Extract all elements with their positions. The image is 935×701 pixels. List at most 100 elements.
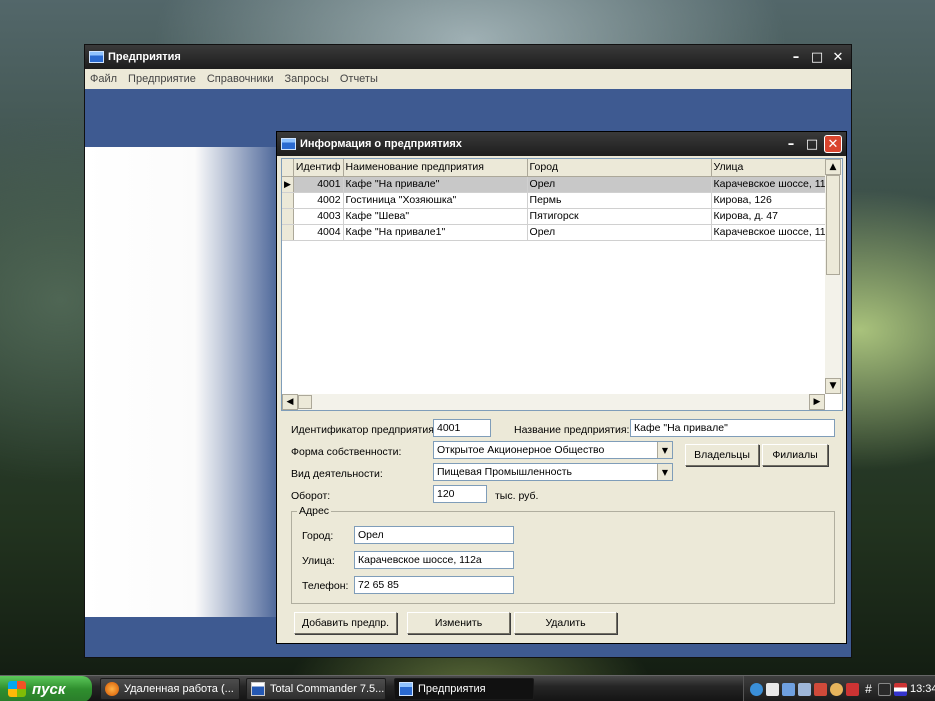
- cell-street[interactable]: Карачевское шоссе, 112а: [711, 176, 841, 193]
- cell-id[interactable]: 4001: [293, 176, 344, 193]
- cell-city[interactable]: Орел: [527, 176, 712, 193]
- minimize-icon[interactable]: –: [787, 48, 805, 66]
- scroll-left-icon[interactable]: ◀: [282, 394, 298, 410]
- window-app-icon: [399, 682, 413, 696]
- display-icon[interactable]: [798, 682, 811, 696]
- street-label: Улица:: [302, 555, 335, 567]
- shield-icon[interactable]: [814, 682, 827, 696]
- monitor-icon[interactable]: [782, 682, 795, 696]
- name-label: Название предприятия:: [514, 424, 630, 436]
- table-row[interactable]: 4002 Гостиница "Хозяюшка" Пермь Кирова, …: [282, 192, 841, 209]
- menu-queries[interactable]: Запросы: [284, 73, 328, 85]
- chevron-down-icon[interactable]: ▼: [657, 464, 672, 480]
- address-group-title: Адрес: [297, 505, 332, 517]
- ownership-select[interactable]: Открытое Акционерное Общество ▼: [433, 441, 673, 459]
- total-commander-icon: [251, 682, 265, 696]
- main-menubar: Файл Предприятие Справочники Запросы Отч…: [85, 69, 851, 89]
- user-icon[interactable]: [830, 682, 843, 696]
- cell-id[interactable]: 4004: [293, 224, 344, 241]
- column-header-id[interactable]: Идентиф: [293, 159, 344, 177]
- terminal-icon[interactable]: [878, 682, 891, 696]
- address-group: Адрес Город: Орел Улица: Карачевское шос…: [291, 505, 835, 604]
- child-window-title: Информация о предприятиях: [300, 138, 462, 150]
- activity-select[interactable]: Пищевая Промышленность ▼: [433, 463, 673, 481]
- main-titlebar[interactable]: Предприятия – □ ✕: [85, 45, 851, 69]
- horizontal-scroll-thumb[interactable]: [298, 395, 312, 409]
- table-row[interactable]: 4004 Кафе "На привале1" Орел Карачевское…: [282, 224, 841, 241]
- city-label: Город:: [302, 530, 334, 542]
- child-window-icon: [281, 138, 296, 150]
- task-enterprises[interactable]: Предприятия: [394, 678, 534, 700]
- scroll-right-icon[interactable]: ▶: [809, 394, 825, 410]
- menu-enterprise[interactable]: Предприятие: [128, 73, 196, 85]
- task-label: Предприятия: [418, 683, 486, 695]
- cell-street[interactable]: Карачевское шоссе, 114а: [711, 224, 841, 241]
- grid-indicator-header: [282, 159, 294, 177]
- row-indicator: [282, 192, 294, 209]
- taskbar: пуск Удаленная работа (... Total Command…: [0, 675, 935, 701]
- close-icon[interactable]: ✕: [829, 48, 847, 66]
- cell-street[interactable]: Кирова, д. 47: [711, 208, 841, 225]
- branches-button[interactable]: Филиалы: [762, 444, 828, 466]
- child-maximize-icon[interactable]: □: [803, 135, 821, 153]
- language-flag-icon[interactable]: [894, 682, 907, 696]
- cube-icon[interactable]: [846, 682, 859, 696]
- maximize-icon[interactable]: □: [808, 48, 826, 66]
- turnover-label: Оборот:: [291, 490, 331, 502]
- row-indicator: [282, 208, 294, 225]
- table-row[interactable]: 4003 Кафе "Шева" Пятигорск Кирова, д. 47: [282, 208, 841, 225]
- cell-name[interactable]: Кафе "На привале1": [343, 224, 528, 241]
- turnover-field[interactable]: 120: [433, 485, 487, 503]
- owners-button[interactable]: Владельцы: [685, 444, 759, 466]
- city-field[interactable]: Орел: [354, 526, 514, 544]
- task-label: Удаленная работа (...: [124, 683, 234, 695]
- cell-city[interactable]: Орел: [527, 224, 712, 241]
- scroll-down-icon[interactable]: ▼: [825, 378, 841, 394]
- cell-city[interactable]: Пермь: [527, 192, 712, 209]
- enterprise-info-window: Информация о предприятиях – □ ✕ Идентиф …: [276, 131, 847, 644]
- grid-header-row: Идентиф Наименование предприятия Город У…: [282, 159, 841, 177]
- id-field[interactable]: 4001: [433, 419, 491, 437]
- cell-name[interactable]: Кафе "Шева": [343, 208, 528, 225]
- column-header-street[interactable]: Улица: [711, 159, 841, 177]
- start-button[interactable]: пуск: [0, 676, 92, 701]
- row-indicator: [282, 224, 294, 241]
- delete-button[interactable]: Удалить: [514, 612, 617, 634]
- menu-reports[interactable]: Отчеты: [340, 73, 378, 85]
- hash-icon[interactable]: #: [862, 682, 875, 696]
- child-close-icon[interactable]: ✕: [824, 135, 842, 153]
- menu-file[interactable]: Файл: [90, 73, 117, 85]
- grid-vertical-scrollbar[interactable]: ▲ ▼: [825, 159, 842, 394]
- system-tray: # 13:34: [743, 676, 935, 701]
- name-field[interactable]: Кафе "На привале": [630, 419, 835, 437]
- cell-street[interactable]: Кирова, 126: [711, 192, 841, 209]
- cell-name[interactable]: Гостиница "Хозяюшка": [343, 192, 528, 209]
- clock: 13:34: [910, 683, 935, 695]
- chevron-down-icon[interactable]: ▼: [657, 442, 672, 458]
- table-row[interactable]: ▶ 4001 Кафе "На привале" Орел Карачевско…: [282, 176, 841, 193]
- cell-id[interactable]: 4002: [293, 192, 344, 209]
- vertical-scroll-thumb[interactable]: [826, 175, 840, 275]
- activity-label: Вид деятельности:: [291, 468, 383, 480]
- street-field[interactable]: Карачевское шоссе, 112а: [354, 551, 514, 569]
- child-titlebar[interactable]: Информация о предприятиях – □ ✕: [277, 132, 846, 156]
- network-icon[interactable]: [750, 682, 763, 696]
- enterprise-grid[interactable]: Идентиф Наименование предприятия Город У…: [281, 158, 843, 411]
- mail-icon[interactable]: [766, 682, 779, 696]
- task-total-commander[interactable]: Total Commander 7.5...: [246, 678, 386, 700]
- column-header-city[interactable]: Город: [527, 159, 712, 177]
- menu-references[interactable]: Справочники: [207, 73, 274, 85]
- phone-field[interactable]: 72 65 85: [354, 576, 514, 594]
- edit-button[interactable]: Изменить: [407, 612, 510, 634]
- cell-city[interactable]: Пятигорск: [527, 208, 712, 225]
- cell-id[interactable]: 4003: [293, 208, 344, 225]
- firefox-icon: [105, 682, 119, 696]
- cell-name[interactable]: Кафе "На привале": [343, 176, 528, 193]
- grid-horizontal-scrollbar[interactable]: ◀ ▶: [282, 394, 825, 410]
- child-minimize-icon[interactable]: –: [782, 135, 800, 153]
- column-header-name[interactable]: Наименование предприятия: [343, 159, 528, 177]
- add-enterprise-button[interactable]: Добавить предпр.: [294, 612, 397, 634]
- scroll-up-icon[interactable]: ▲: [825, 159, 841, 175]
- task-remote-work[interactable]: Удаленная работа (...: [100, 678, 240, 700]
- id-label: Идентификатор предприятия:: [291, 424, 437, 436]
